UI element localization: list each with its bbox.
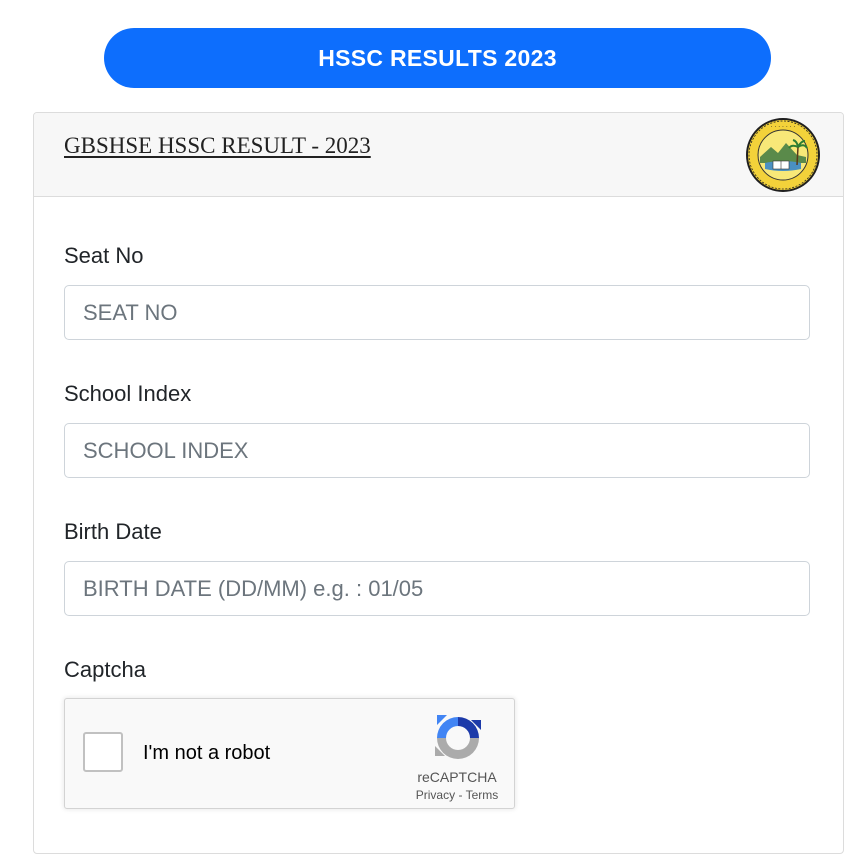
school-index-input[interactable] [64,423,810,478]
recaptcha-widget: I'm not a robot reCAPTCHA Privacy - Term… [64,698,515,809]
result-form-card: GBSHSE HSSC RESULT - 2023 · · · · · · · … [33,112,844,854]
seat-no-input[interactable] [64,285,810,340]
recaptcha-terms-link[interactable]: Terms [466,788,499,802]
card-header: GBSHSE HSSC RESULT - 2023 · · · · · · · [34,113,843,197]
recaptcha-brand: reCAPTCHA [417,769,497,785]
svg-text:· · · · · · ·: · · · · · · · [771,124,796,131]
birth-date-label: Birth Date [64,519,162,544]
school-index-label: School Index [64,381,192,406]
recaptcha-privacy-link[interactable]: Privacy [416,788,455,802]
recaptcha-link-separator: - [455,788,466,802]
seat-no-label: Seat No [64,243,144,268]
recaptcha-logo-icon [435,715,481,759]
birth-date-input[interactable] [64,561,810,616]
hssc-results-banner-button[interactable]: HSSC RESULTS 2023 [104,28,771,88]
recaptcha-links: Privacy - Terms [395,788,519,802]
recaptcha-checkbox[interactable] [83,732,123,772]
board-seal-icon: · · · · · · · [746,118,820,192]
card-title: GBSHSE HSSC RESULT - 2023 [64,133,371,158]
captcha-label: Captcha [64,657,146,682]
recaptcha-checkbox-label: I'm not a robot [143,742,271,764]
